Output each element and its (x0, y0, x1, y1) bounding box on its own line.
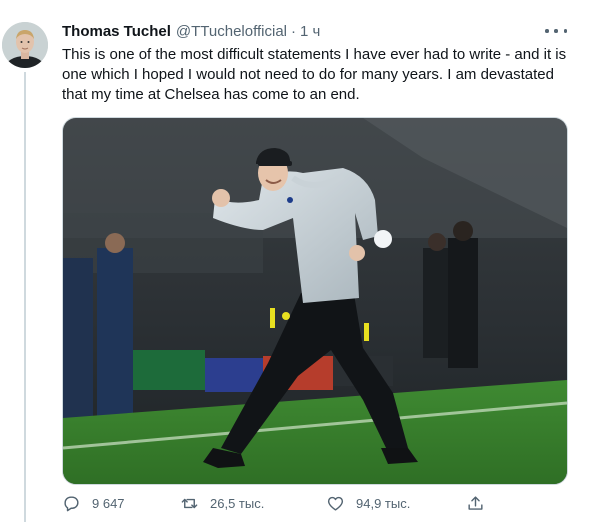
thread-connector-line (24, 72, 26, 522)
celebrating-coach-photo (63, 118, 567, 484)
tweet-timestamp[interactable]: 1 ч (300, 23, 320, 40)
tweet-header: Thomas Tuchel @TTuchelofficial · 1 ч (62, 23, 563, 40)
share-icon (468, 496, 483, 510)
reply-icon (64, 496, 79, 512)
share-button[interactable] (466, 494, 496, 513)
more-icon[interactable] (545, 22, 567, 40)
separator-dot: · (291, 23, 297, 40)
like-button[interactable]: 94,9 тыс. (326, 494, 410, 513)
like-count: 94,9 тыс. (356, 496, 411, 511)
tweet-photo[interactable] (62, 117, 568, 485)
reply-button[interactable]: 9 647 (62, 494, 125, 513)
tweet-actions: 9 647 26,5 тыс. 94,9 тыс. (62, 494, 502, 518)
author-display-name[interactable]: Thomas Tuchel (62, 23, 171, 40)
like-icon (327, 496, 344, 511)
retweet-icon (181, 498, 198, 509)
author-handle[interactable]: @TTuchelofficial (176, 23, 287, 40)
retweet-count: 26,5 тыс. (210, 496, 265, 511)
tweet-text: This is one of the most difficult statem… (62, 46, 567, 103)
reply-count: 9 647 (92, 496, 125, 511)
retweet-button[interactable]: 26,5 тыс. (180, 494, 264, 513)
avatar[interactable] (2, 22, 48, 68)
avatar-image (2, 22, 48, 68)
